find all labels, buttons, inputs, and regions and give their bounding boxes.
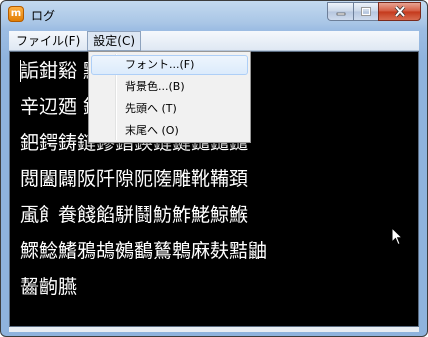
minimize-button[interactable]: [327, 2, 353, 21]
app-icon[interactable]: m: [8, 6, 24, 22]
log-line: 閲闔闢阪阡隙阨隓雕靴鞴頚: [20, 168, 249, 190]
maximize-icon: [361, 7, 371, 16]
mouse-pointer-icon: [391, 227, 403, 246]
menu-item-go-to-top[interactable]: 先頭へ (T): [91, 99, 248, 119]
window-title: ログ: [31, 9, 56, 23]
bottom-frame: [9, 327, 419, 332]
log-line: 鰥鯰鰭鴉鴣鵺鷭鶿鵯麻麸黠鼬: [20, 240, 268, 262]
close-icon: [394, 6, 405, 17]
log-window: m ログ ファイル(F) 設定(C) 詬鉗谿 黥鰥輞 辛辺廼 鋏鉠鈾 鈀鍔鋳鏈鏐…: [0, 0, 428, 337]
close-button[interactable]: [378, 2, 421, 21]
title-bar[interactable]: m ログ: [1, 1, 427, 29]
menu-bar: ファイル(F) 設定(C): [9, 30, 419, 51]
window-controls: [327, 2, 421, 21]
minimize-icon: [336, 12, 345, 15]
settings-dropdown-menu: フォント...(F) 背景色...(B) 先頭へ (T) 末尾へ (O): [88, 51, 251, 143]
log-line: 齧齣臙: [20, 276, 78, 298]
log-line: 颪飠飬餞餡駢鬪魴鮓鮱鯨鯸: [20, 204, 249, 226]
menu-item-background-color[interactable]: 背景色...(B): [91, 77, 248, 97]
menu-file[interactable]: ファイル(F): [10, 31, 86, 51]
menu-settings[interactable]: 設定(C): [87, 30, 142, 51]
menu-item-font[interactable]: フォント...(F): [91, 55, 248, 75]
menu-item-go-to-end[interactable]: 末尾へ (O): [91, 121, 248, 141]
maximize-button[interactable]: [353, 2, 378, 21]
